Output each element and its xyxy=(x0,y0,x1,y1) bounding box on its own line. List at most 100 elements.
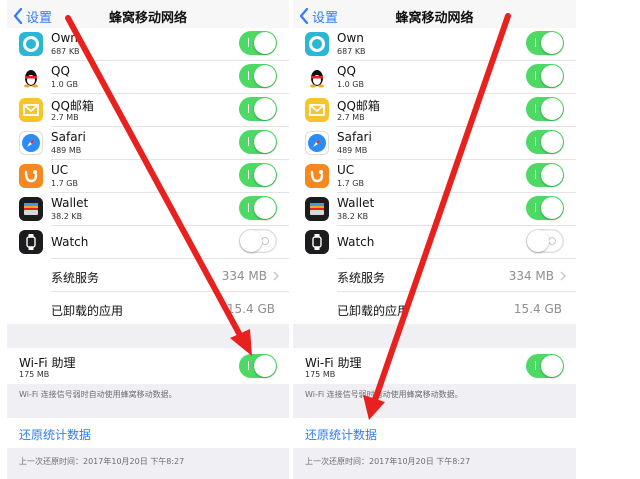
cellular-toggle-own[interactable] xyxy=(239,31,277,55)
app-name: Watch xyxy=(337,235,375,249)
cellular-toggle-uc[interactable] xyxy=(526,163,564,187)
app-name: Own xyxy=(337,31,364,45)
wallet-icon xyxy=(19,197,43,221)
qq-mail-icon xyxy=(19,98,43,122)
app-row-qqmail: QQ邮箱 2.7 MB xyxy=(7,94,289,127)
app-row-qqmail: QQ邮箱 2.7 MB xyxy=(293,94,576,127)
own-app-icon xyxy=(19,32,43,56)
cellular-toggle-safari[interactable] xyxy=(526,130,564,154)
page-title: 蜂窝移动网络 xyxy=(108,11,187,26)
reset-stats-button[interactable]: 还原统计数据 xyxy=(305,426,377,443)
uninstalled-apps-usage: 15.4 GB xyxy=(513,302,562,316)
reset-stats-row[interactable]: 还原统计数据 xyxy=(7,418,289,448)
app-name: Own xyxy=(51,31,78,45)
qq-penguin-icon xyxy=(305,65,329,89)
cellular-toggle-watch[interactable] xyxy=(239,229,277,253)
app-data-usage: 1.0 GB xyxy=(337,80,364,89)
uninstalled-apps-usage: 15.4 GB xyxy=(226,302,275,316)
cellular-toggle-qq[interactable] xyxy=(526,64,564,88)
app-name: Wallet xyxy=(337,196,375,210)
app-row-safari: Safari 489 MB xyxy=(7,127,289,160)
system-services-usage: 334 MB xyxy=(221,269,267,283)
app-name: QQ邮箱 xyxy=(337,99,380,113)
qq-penguin-icon xyxy=(19,65,43,89)
app-row-own: Own 687 KB xyxy=(293,28,576,61)
wifi-assist-row: Wi-Fi 助理 175 MB xyxy=(7,348,289,384)
qq-mail-icon xyxy=(305,98,329,122)
safari-compass-icon xyxy=(305,131,329,155)
app-data-usage: 1.7 GB xyxy=(337,179,364,188)
app-data-usage: 1.0 GB xyxy=(51,80,78,89)
cellular-toggle-safari[interactable] xyxy=(239,130,277,154)
cellular-toggle-watch[interactable] xyxy=(526,229,564,253)
uninstalled-apps-row: 已卸载的应用 15.4 GB xyxy=(7,292,289,325)
app-data-usage: 687 KB xyxy=(337,47,366,56)
app-name: QQ邮箱 xyxy=(51,99,94,113)
cellular-toggle-qqmail[interactable] xyxy=(239,97,277,121)
wifi-assist-footnote: Wi-Fi 连接信号弱时自动使用蜂窝移动数据。 xyxy=(19,390,177,399)
app-row-own: Own 687 KB xyxy=(7,28,289,61)
wallet-icon xyxy=(305,197,329,221)
app-row-watch: Watch xyxy=(7,226,289,259)
app-data-usage: 489 MB xyxy=(51,146,82,155)
uninstalled-apps-label: 已卸载的应用 xyxy=(51,304,124,318)
cellular-toggle-qq[interactable] xyxy=(239,64,277,88)
system-services-row[interactable]: 系统服务 334 MB xyxy=(7,259,289,292)
app-data-usage: 687 KB xyxy=(51,47,80,56)
watch-icon xyxy=(305,230,329,254)
last-reset-time: 上一次还原时间：2017年10月20日 下午8:27 xyxy=(305,457,471,466)
app-row-watch: Watch xyxy=(293,226,576,259)
wifi-assist-toggle[interactable] xyxy=(526,354,564,378)
safari-compass-icon xyxy=(19,131,43,155)
last-reset-time: 上一次还原时间：2017年10月20日 下午8:27 xyxy=(19,457,185,466)
app-name: Safari xyxy=(337,130,372,144)
wifi-assist-label: Wi-Fi 助理 xyxy=(305,356,362,370)
settings-screen-right: 设置 蜂窝移动网络 Own 687 KB QQ 1.0 GB QQ邮箱 2.7 … xyxy=(293,0,576,479)
chevron-right-icon xyxy=(273,271,279,281)
app-list: Own 687 KB QQ 1.0 GB QQ邮箱 2.7 MB Safari … xyxy=(7,28,289,324)
cellular-toggle-wallet[interactable] xyxy=(239,196,277,220)
reset-stats-row[interactable]: 还原统计数据 xyxy=(293,418,576,448)
cellular-toggle-qqmail[interactable] xyxy=(526,97,564,121)
watch-icon xyxy=(19,230,43,254)
app-name: UC xyxy=(51,163,69,177)
cellular-toggle-wallet[interactable] xyxy=(526,196,564,220)
cellular-toggle-own[interactable] xyxy=(526,31,564,55)
page-title: 蜂窝移动网络 xyxy=(395,11,474,26)
reset-stats-button[interactable]: 还原统计数据 xyxy=(19,426,91,443)
own-app-icon xyxy=(305,32,329,56)
app-row-wallet: Wallet 38.2 KB xyxy=(7,193,289,226)
wifi-assist-usage: 175 MB xyxy=(305,370,336,379)
app-name: Wallet xyxy=(51,196,89,210)
system-services-label: 系统服务 xyxy=(51,271,100,285)
app-name: Watch xyxy=(51,235,89,249)
app-row-qq: QQ 1.0 GB xyxy=(293,61,576,94)
wifi-assist-label: Wi-Fi 助理 xyxy=(19,356,76,370)
app-data-usage: 1.7 GB xyxy=(51,179,78,188)
uninstalled-apps-label: 已卸载的应用 xyxy=(337,304,410,318)
chevron-right-icon xyxy=(560,271,566,281)
app-row-wallet: Wallet 38.2 KB xyxy=(293,193,576,226)
app-row-safari: Safari 489 MB xyxy=(293,127,576,160)
app-row-qq: QQ 1.0 GB xyxy=(7,61,289,94)
uc-browser-icon xyxy=(305,164,329,188)
app-data-usage: 38.2 KB xyxy=(337,212,369,221)
app-data-usage: 38.2 KB xyxy=(51,212,83,221)
system-services-row[interactable]: 系统服务 334 MB xyxy=(293,259,576,292)
app-data-usage: 2.7 MB xyxy=(51,113,79,122)
app-data-usage: 489 MB xyxy=(337,146,368,155)
app-name: UC xyxy=(337,163,355,177)
app-name: Safari xyxy=(51,130,86,144)
system-services-usage: 334 MB xyxy=(508,269,554,283)
wifi-assist-usage: 175 MB xyxy=(19,370,50,379)
cellular-toggle-uc[interactable] xyxy=(239,163,277,187)
uninstalled-apps-row: 已卸载的应用 15.4 GB xyxy=(293,292,576,325)
app-list: Own 687 KB QQ 1.0 GB QQ邮箱 2.7 MB Safari … xyxy=(293,28,576,324)
settings-screen-left: 设置 蜂窝移动网络 Own 687 KB QQ 1.0 GB QQ邮箱 2.7 … xyxy=(7,0,289,479)
wifi-assist-row: Wi-Fi 助理 175 MB xyxy=(293,348,576,384)
app-name: QQ xyxy=(337,64,356,78)
app-row-uc: UC 1.7 GB xyxy=(293,160,576,193)
system-services-label: 系统服务 xyxy=(337,271,386,285)
wifi-assist-toggle[interactable] xyxy=(239,354,277,378)
wifi-assist-footnote: Wi-Fi 连接信号弱时自动使用蜂窝移动数据。 xyxy=(305,390,463,399)
